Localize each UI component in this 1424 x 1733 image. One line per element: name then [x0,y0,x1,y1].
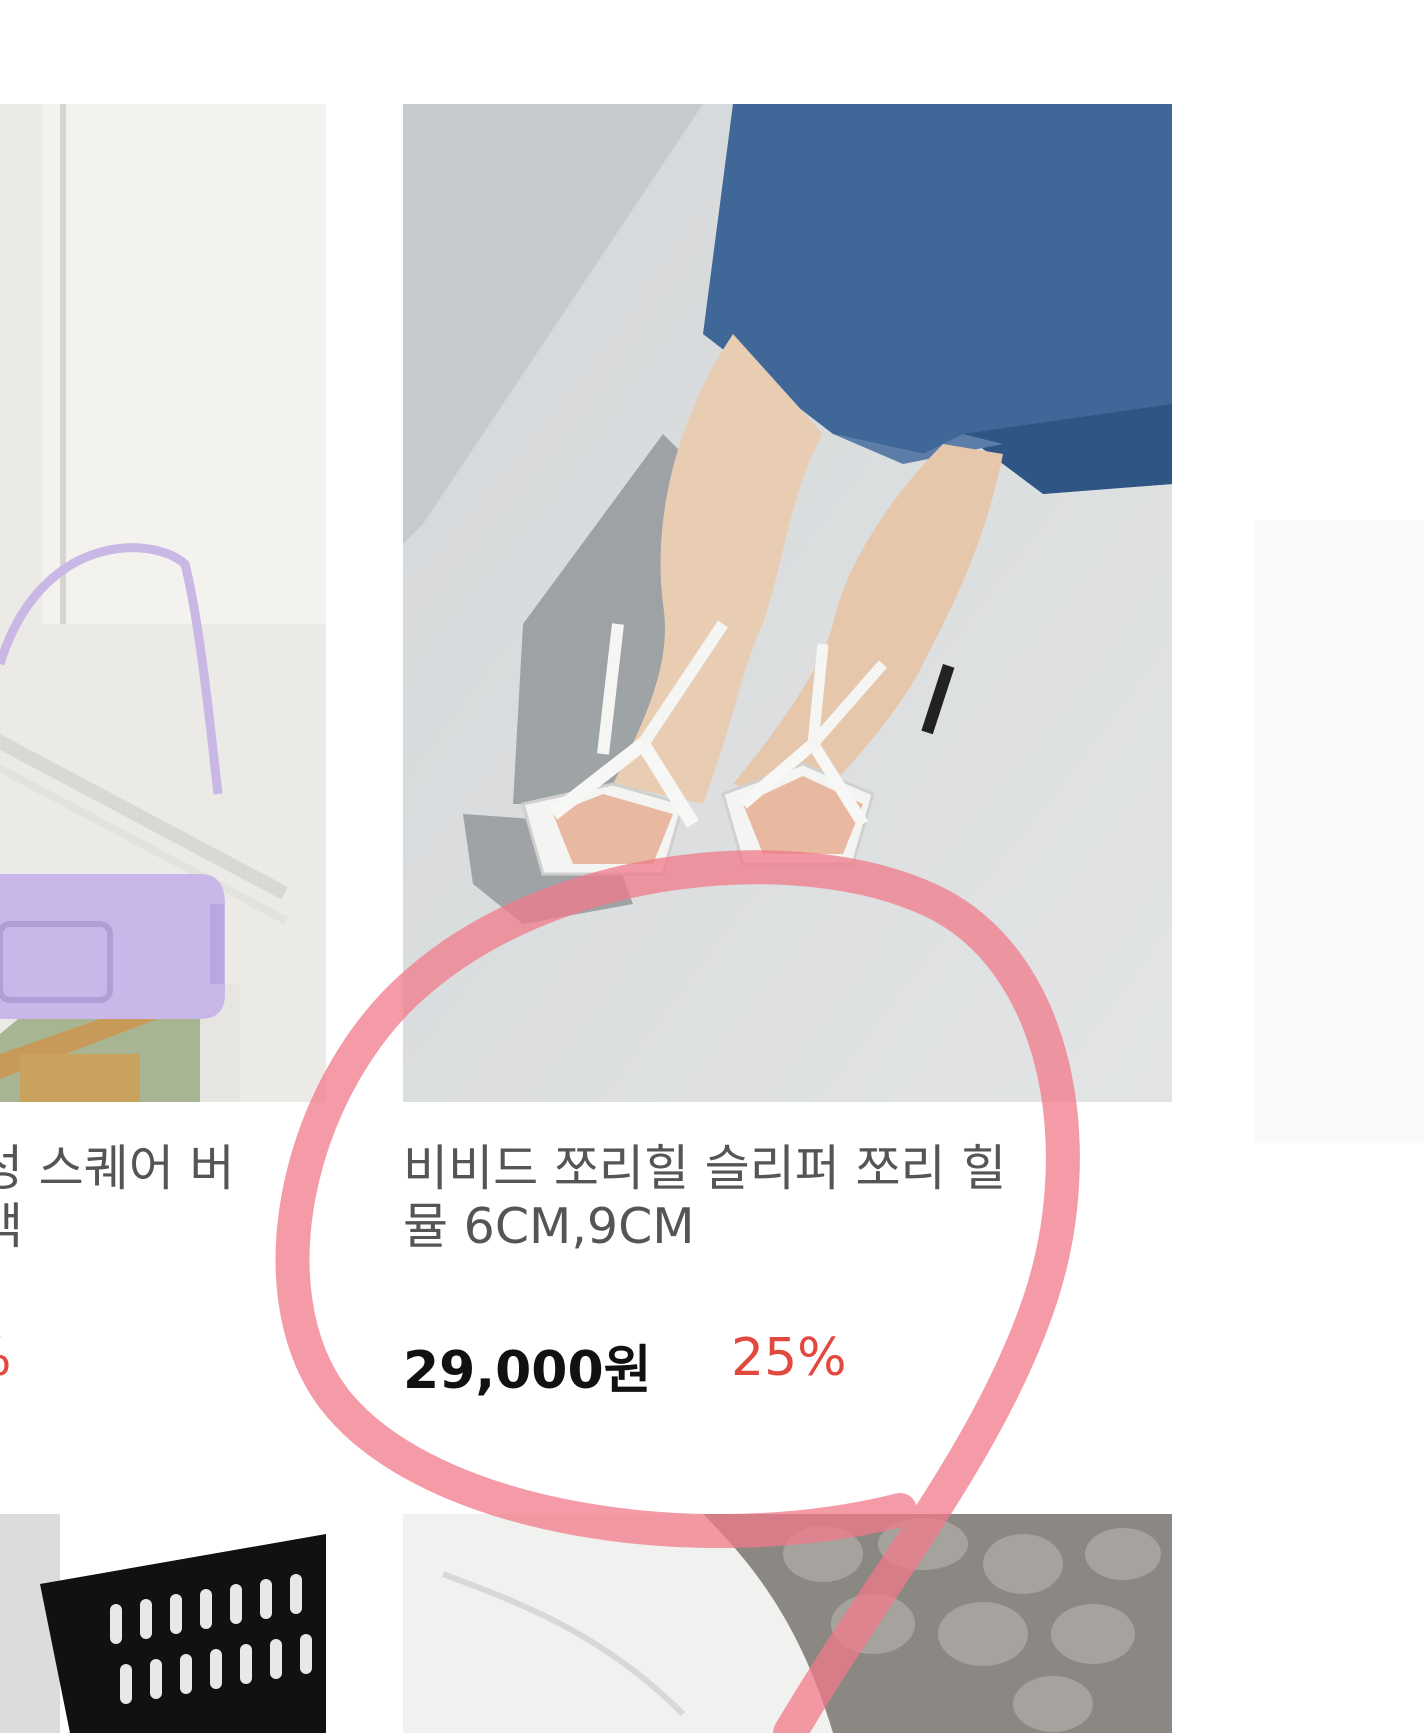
product-image-basket[interactable] [0,1514,326,1733]
product-price: 29,000원 [403,1341,652,1401]
product-title-line2: 뮬 6CM,9CM [403,1198,695,1255]
product-title-line1: 비비드 쪼리힐 슬리퍼 쪼리 힐 [403,1140,1007,1197]
product-title-line2: 백 [0,1198,24,1255]
product-info-sandals[interactable]: 비비드 쪼리힐 슬리퍼 쪼리 힐 뮬 6CM,9CM 29,000원 25% [403,1130,1183,1401]
discount-rate: 25% [731,1328,847,1388]
sandals-photo [403,104,1172,1102]
discount-rate: % [0,1328,11,1388]
product-image-bedding[interactable] [403,1514,1172,1733]
product-info-bag[interactable]: 성 스퀘어 버 백 % [0,1130,326,1390]
right-side-panel [1254,0,1424,1733]
product-image-sandals[interactable] [403,104,1172,1102]
product-image-bag[interactable] [0,104,326,1102]
bag-photo [0,104,326,1102]
basket-photo [0,1514,326,1733]
panel-section [1254,1143,1424,1733]
panel-section [1254,0,1424,520]
product-title-line1: 성 스퀘어 버 [0,1140,235,1197]
bedding-photo [403,1514,1172,1733]
